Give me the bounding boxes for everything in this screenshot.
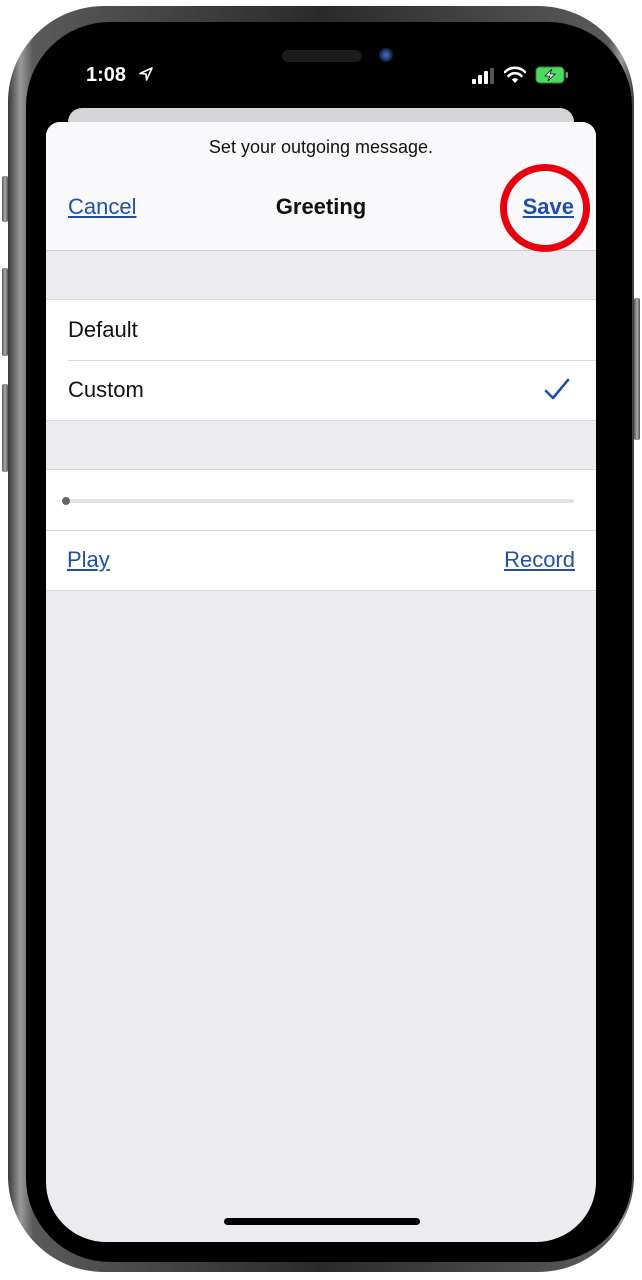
option-custom[interactable]: Custom — [46, 360, 596, 420]
playback-progress[interactable] — [46, 470, 596, 530]
save-highlight-annotation — [500, 164, 590, 252]
home-indicator[interactable] — [224, 1218, 420, 1225]
status-bar: 1:08 — [46, 38, 596, 98]
status-time: 1:08 — [86, 64, 127, 86]
option-default[interactable]: Default — [46, 300, 596, 360]
cellular-signal-icon — [472, 68, 494, 84]
cancel-button[interactable]: Cancel — [68, 194, 136, 220]
playback-actions: Play Record — [46, 530, 596, 590]
screen: 1:08 Set your outgoing message. Cancel G… — [46, 38, 596, 1242]
volume-up-button — [2, 268, 8, 356]
greeting-sheet: Set your outgoing message. Cancel Greeti… — [46, 122, 596, 1242]
earpiece-speaker — [282, 50, 362, 62]
wifi-icon — [504, 66, 526, 83]
side-power-button — [634, 298, 640, 440]
option-label: Default — [68, 317, 138, 342]
play-button[interactable]: Play — [67, 547, 110, 573]
progress-thumb[interactable] — [62, 497, 70, 505]
volume-down-button — [2, 384, 8, 472]
silent-switch — [2, 176, 8, 222]
navigation-bar: Set your outgoing message. Cancel Greeti… — [46, 122, 596, 252]
greeting-options-list: Default Custom — [46, 299, 596, 421]
sheet-prompt: Set your outgoing message. — [208, 137, 434, 157]
front-camera — [379, 48, 393, 62]
option-label: Custom — [68, 377, 144, 402]
checkmark-icon — [544, 378, 570, 400]
location-arrow-icon — [139, 67, 153, 81]
nav-row: Cancel Greeting Save — [46, 164, 596, 252]
playback-group: Play Record — [46, 469, 596, 591]
battery-charging-icon — [535, 66, 568, 84]
record-button[interactable]: Record — [504, 547, 575, 573]
progress-track[interactable] — [66, 499, 574, 503]
